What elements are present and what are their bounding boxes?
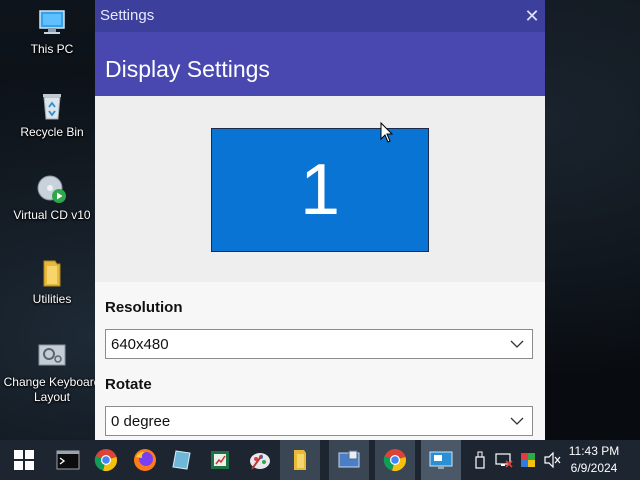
settings-window: Settings ✕ Display Settings 1 Resolution… [95,0,545,440]
folder-icon [294,450,306,470]
terminal-icon [56,450,80,470]
windows-start-icon [14,450,34,470]
page-header: Display Settings [95,32,545,96]
page-title: Display Settings [105,56,270,82]
taskbar-firefox[interactable] [125,440,165,480]
desktop-icon-label: This PC [30,42,74,56]
taskbar-terminal[interactable] [48,440,88,480]
rotate-label: Rotate [105,376,152,393]
desktop-icon-label-line2: Layout [33,390,71,404]
excel-icon [211,451,229,469]
taskbar-file-explorer[interactable] [280,440,320,480]
chevron-down-icon [510,417,524,425]
start-button[interactable] [4,440,44,480]
color-tray-button[interactable] [518,440,538,480]
folder-icon [43,260,61,287]
taskbar-remote-desktop[interactable] [329,440,369,480]
rotate-value: 0 degree [111,413,171,430]
remote-desktop-icon [338,450,360,468]
settings-content: Resolution 640x480 Rotate 0 degree [95,282,545,440]
speaker-muted-icon [544,452,561,468]
color-palette-icon [521,453,535,467]
chevron-down-icon [510,340,524,348]
resolution-label: Resolution [105,299,183,316]
resolution-dropdown[interactable]: 640x480 [105,329,533,359]
usb-tray-button[interactable] [472,440,488,480]
taskbar-paint[interactable] [240,440,280,480]
monitor-preview-area: 1 [95,96,545,282]
clock-time: 11:43 PM [568,444,620,458]
chrome-icon [94,449,117,471]
desktop-icon-label-line1: Change Keyboard [3,375,101,389]
chrome-icon [383,449,406,471]
taskbar: 11:43 PM 6/9/2024 [0,440,640,480]
monitor-number: 1 [299,150,341,230]
network-tray-button[interactable] [494,440,514,480]
desktop-icon-virtual-cd[interactable]: Virtual CD v10 [2,174,102,223]
notepad-icon [172,450,191,470]
taskbar-chrome[interactable] [86,440,126,480]
desktop-icon-recycle-bin[interactable]: Recycle Bin [2,91,102,140]
resolution-value: 640x480 [111,336,169,353]
monitor-1-tile[interactable]: 1 [211,128,429,252]
desktop-icon-label: Recycle Bin [20,125,84,139]
desktop-icon-label: Utilities [32,292,72,306]
close-icon: ✕ [524,5,540,26]
close-button[interactable]: ✕ [519,0,545,32]
recycle-bin-icon [43,94,61,120]
paint-icon [250,453,270,470]
title-bar[interactable]: Settings ✕ [95,0,545,32]
volume-tray-button[interactable] [542,440,562,480]
desktop-icon-change-keyboard-layout[interactable]: Change Keyboard Layout [2,341,102,405]
taskbar-display-settings[interactable] [421,440,461,480]
network-disconnected-icon [495,453,513,468]
cd-icon [37,175,66,203]
taskbar-excel[interactable] [200,440,240,480]
desktop-icon-label: Virtual CD v10 [13,208,91,222]
firefox-icon [134,449,156,471]
rotate-dropdown[interactable]: 0 degree [105,406,533,436]
keyboard-settings-icon [38,344,66,366]
clock-date: 6/9/2024 [570,461,618,475]
taskbar-chrome-2[interactable] [375,440,415,480]
usb-icon [475,451,485,469]
desktop-icon-this-pc[interactable]: This PC [2,8,102,57]
window-title: Settings [100,7,155,24]
taskbar-notepad[interactable] [162,440,202,480]
taskbar-clock[interactable]: 11:43 PM 6/9/2024 [566,443,622,477]
display-settings-icon [429,451,453,469]
computer-icon [39,10,65,34]
desktop-icon-utilities[interactable]: Utilities [2,258,102,307]
mouse-cursor-icon [380,122,394,143]
